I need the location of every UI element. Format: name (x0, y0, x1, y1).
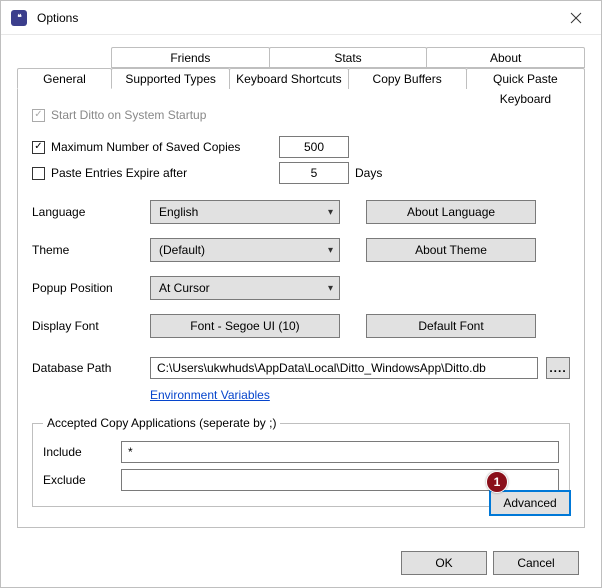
row-start-on-startup: ✓ Start Ditto on System Startup (32, 102, 570, 128)
titlebar: ❝ Options (1, 1, 601, 35)
row-display-font: Display Font Font - Segoe UI (10) Defaul… (32, 310, 570, 342)
select-theme[interactable]: (Default) ▾ (150, 238, 340, 262)
label-language: Language (32, 205, 142, 219)
tab-row-secondary: Friends Stats About (17, 47, 585, 68)
row-language: Language English ▾ About Language (32, 196, 570, 228)
row-max-copies: ✓ Maximum Number of Saved Copies (32, 134, 570, 160)
tab-stats[interactable]: Stats (269, 47, 428, 68)
row-exclude: Exclude (43, 466, 559, 494)
label-display-font: Display Font (32, 319, 142, 333)
tab-friends[interactable]: Friends (111, 47, 270, 68)
about-theme-button[interactable]: About Theme (366, 238, 536, 262)
label-exclude: Exclude (43, 473, 113, 487)
row-theme: Theme (Default) ▾ About Theme (32, 234, 570, 266)
row-expire: Paste Entries Expire after Days (32, 160, 570, 186)
row-database-path: Database Path .... (32, 352, 570, 384)
cancel-button[interactable]: Cancel (493, 551, 579, 575)
advanced-wrap: 1 Advanced (490, 491, 570, 515)
input-expire-days[interactable] (279, 162, 349, 184)
tab-panel-general: ✓ Start Ditto on System Startup ✓ Maximu… (17, 88, 585, 528)
checkbox-start-on-startup[interactable]: ✓ (32, 109, 45, 122)
window-title: Options (37, 11, 561, 25)
chevron-down-icon: ▾ (328, 245, 333, 256)
about-language-button[interactable]: About Language (366, 200, 536, 224)
default-font-button[interactable]: Default Font (366, 314, 536, 338)
checkbox-max-copies[interactable]: ✓ (32, 141, 45, 154)
tab-general[interactable]: General (17, 68, 112, 89)
label-theme: Theme (32, 243, 142, 257)
input-include[interactable] (121, 441, 559, 463)
callout-badge-1: 1 (486, 471, 508, 493)
label-start-on-startup: Start Ditto on System Startup (51, 108, 206, 122)
input-max-copies[interactable] (279, 136, 349, 158)
ok-button[interactable]: OK (401, 551, 487, 575)
label-max-copies: Maximum Number of Saved Copies (51, 140, 273, 154)
tab-quick-paste-keyboard[interactable]: Quick Paste Keyboard (466, 68, 585, 89)
tab-keyboard-shortcuts[interactable]: Keyboard Shortcuts (229, 68, 348, 89)
tab-supported-types[interactable]: Supported Types (111, 68, 230, 89)
label-days: Days (355, 166, 382, 180)
options-dialog: ❝ Options Friends Stats About General Su… (0, 0, 602, 588)
close-button[interactable] (561, 6, 591, 30)
chevron-down-icon: ▾ (328, 283, 333, 294)
select-popup-position[interactable]: At Cursor ▾ (150, 276, 340, 300)
label-popup-position: Popup Position (32, 281, 142, 295)
chevron-down-icon: ▾ (328, 207, 333, 218)
close-icon (570, 12, 582, 24)
tab-control: Friends Stats About General Supported Ty… (17, 47, 585, 528)
accepted-apps-legend: Accepted Copy Applications (seperate by … (43, 416, 280, 430)
tab-copy-buffers[interactable]: Copy Buffers (348, 68, 467, 89)
font-picker-button[interactable]: Font - Segoe UI (10) (150, 314, 340, 338)
label-include: Include (43, 445, 113, 459)
row-popup-position: Popup Position At Cursor ▾ (32, 272, 570, 304)
tab-row-primary: General Supported Types Keyboard Shortcu… (17, 68, 585, 89)
input-database-path[interactable] (150, 357, 538, 379)
checkbox-expire[interactable] (32, 167, 45, 180)
row-include: Include (43, 438, 559, 466)
tab-about[interactable]: About (426, 47, 585, 68)
advanced-button[interactable]: Advanced (490, 491, 570, 515)
app-icon: ❝ (11, 10, 27, 26)
label-expire: Paste Entries Expire after (51, 166, 273, 180)
dialog-footer: OK Cancel (401, 551, 579, 575)
select-language[interactable]: English ▾ (150, 200, 340, 224)
environment-variables-link[interactable]: Environment Variables (150, 388, 270, 402)
browse-db-button[interactable]: .... (546, 357, 570, 379)
row-env-vars: Environment Variables (32, 384, 570, 406)
label-database-path: Database Path (32, 361, 142, 375)
